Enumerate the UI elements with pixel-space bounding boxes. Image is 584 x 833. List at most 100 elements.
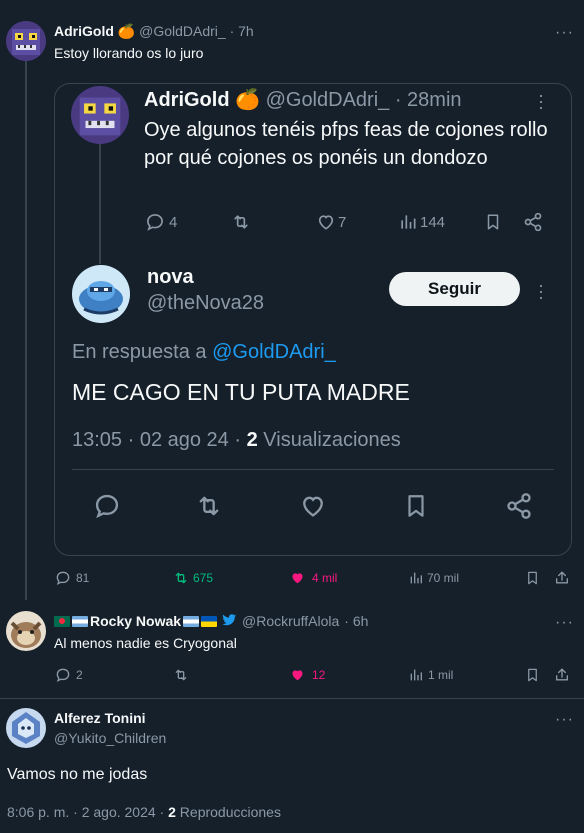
bookmark-button[interactable] xyxy=(484,212,502,232)
twitter-bird-icon xyxy=(222,613,237,629)
retweet-icon xyxy=(175,669,187,681)
reply-button[interactable] xyxy=(93,492,121,520)
views-button[interactable]: 70 mil xyxy=(408,570,459,586)
avatar-adrigold[interactable] xyxy=(6,21,46,61)
avatar-image xyxy=(6,708,46,748)
tweet2-text: Al menos nadie es Cryogonal xyxy=(54,635,237,651)
divider xyxy=(0,698,584,699)
like-button[interactable]: 7 xyxy=(316,212,346,232)
retweet-button[interactable] xyxy=(194,492,224,520)
reply-button[interactable]: 81 xyxy=(55,570,89,586)
upload-share-icon xyxy=(556,571,568,584)
more-options-icon[interactable]: ··· xyxy=(538,86,544,116)
like-count: 7 xyxy=(338,213,347,231)
author-name[interactable]: AdriGold xyxy=(54,23,114,39)
author-handle[interactable]: @Yukito_Children xyxy=(54,730,166,746)
like-button[interactable] xyxy=(299,492,327,520)
views-button[interactable]: 1 mil xyxy=(408,667,453,683)
avatar-image xyxy=(6,611,46,651)
author-handle[interactable]: @theNova28 xyxy=(147,292,264,315)
retweet-button[interactable] xyxy=(230,212,252,232)
share-button[interactable] xyxy=(505,492,533,520)
views-chart-icon xyxy=(410,572,422,584)
retweet-icon xyxy=(199,496,219,516)
like-button[interactable]: 4 mil xyxy=(289,570,337,586)
timestamp[interactable]: 13:05 · 02 ago 24 · xyxy=(72,429,241,451)
avatar-image xyxy=(6,21,46,61)
views-button[interactable]: 144 xyxy=(398,212,445,232)
quoted-text: Oye algunos tenéis pfps feas de cojones … xyxy=(144,119,548,169)
views-count: 1 mil xyxy=(428,668,454,682)
timestamp[interactable]: 8:06 p. m. · 2 ago. 2024 · xyxy=(7,804,164,820)
bookmark-button[interactable] xyxy=(525,570,540,586)
retweet-count: 675 xyxy=(193,571,214,585)
views-label: Visualizaciones xyxy=(263,429,401,451)
like-count: 12 xyxy=(312,668,326,682)
retweet-button[interactable]: 675 xyxy=(172,570,213,586)
share-button[interactable] xyxy=(554,569,570,586)
reply-icon xyxy=(147,214,163,231)
avatar-nova[interactable] xyxy=(72,265,130,323)
bookmark-button[interactable] xyxy=(525,667,540,683)
share-icon xyxy=(524,212,542,232)
reply-to-link[interactable]: @GoldDAdri_ xyxy=(212,341,336,363)
author-name[interactable]: nova xyxy=(147,266,194,289)
heart-icon xyxy=(318,215,334,230)
views-chart-icon xyxy=(401,215,416,229)
more-options-icon[interactable]: ··· xyxy=(555,25,574,41)
upload-share-icon xyxy=(556,668,568,681)
retweet-icon xyxy=(175,572,187,584)
views-count: 2 xyxy=(246,429,258,451)
argentina-flag-icon xyxy=(72,615,88,627)
like-button[interactable]: 12 xyxy=(289,667,325,683)
tweet2-header: Rocky Nowak @RockruffAlola · 6h xyxy=(54,613,368,629)
like-count: 4 mil xyxy=(312,571,338,585)
views-chart-icon xyxy=(410,669,422,681)
author-handle[interactable]: @GoldDAdri_ xyxy=(266,89,390,111)
share-button[interactable] xyxy=(523,212,543,232)
author-name[interactable]: Alferez Tonini xyxy=(54,710,146,726)
avatar-alferez[interactable] xyxy=(6,708,46,748)
more-options-icon[interactable]: ··· xyxy=(538,276,544,306)
tweet-time[interactable]: · 7h xyxy=(230,23,254,39)
reply-count: 2 xyxy=(76,668,83,682)
reply-meta: 13:05 · 02 ago 24 · 2 Visualizaciones xyxy=(72,429,401,452)
author-handle[interactable]: @RockruffAlola xyxy=(242,613,339,629)
author-name[interactable]: Rocky Nowak xyxy=(90,613,181,629)
tweet3-meta: 8:06 p. m. · 2 ago. 2024 · 2 Reproduccio… xyxy=(7,804,281,820)
retweet-icon xyxy=(234,215,248,229)
views-count: 144 xyxy=(420,213,446,231)
bookmark-icon xyxy=(528,668,537,682)
heart-icon xyxy=(303,496,323,517)
tweet-time[interactable]: · 28min xyxy=(395,89,462,111)
quote-thread-line xyxy=(99,142,101,264)
tweet1-text: Estoy llorando os lo juro xyxy=(54,45,204,61)
tweet-time[interactable]: · 6h xyxy=(344,613,368,629)
retweet-button[interactable] xyxy=(172,667,190,683)
more-options-icon[interactable]: ··· xyxy=(555,615,574,631)
reply-prefix: En respuesta a xyxy=(72,341,207,363)
reply-count: 81 xyxy=(76,571,90,585)
divider xyxy=(72,469,554,470)
heart-filled-icon xyxy=(292,670,303,681)
reply-button[interactable]: 2 xyxy=(55,667,83,683)
reply-count: 4 xyxy=(169,213,178,231)
avatar-rocky[interactable] xyxy=(6,611,46,651)
follow-button[interactable]: Seguir xyxy=(389,272,520,306)
more-options-icon[interactable]: ··· xyxy=(555,712,574,728)
argentina-flag-icon xyxy=(183,615,200,627)
reply-icon xyxy=(56,571,70,585)
bookmark-button[interactable] xyxy=(403,492,429,520)
avatar-adrigold-quoted[interactable] xyxy=(71,86,129,144)
tweet1-header: AdriGold 🍊 @GoldDAdri_ · 7h xyxy=(54,23,254,40)
views-count: 2 xyxy=(168,804,176,820)
author-handle[interactable]: @GoldDAdri_ xyxy=(139,23,226,39)
bookmark-icon xyxy=(528,571,537,585)
author-name[interactable]: AdriGold xyxy=(144,89,230,111)
thread-line xyxy=(25,60,27,600)
share-button[interactable] xyxy=(554,666,570,683)
views-count: 70 mil xyxy=(427,571,460,585)
reply-button[interactable]: 4 xyxy=(145,212,177,232)
orange-emoji-icon: 🍊 xyxy=(235,89,261,111)
reply-context: En respuesta a @GoldDAdri_ xyxy=(72,341,336,364)
